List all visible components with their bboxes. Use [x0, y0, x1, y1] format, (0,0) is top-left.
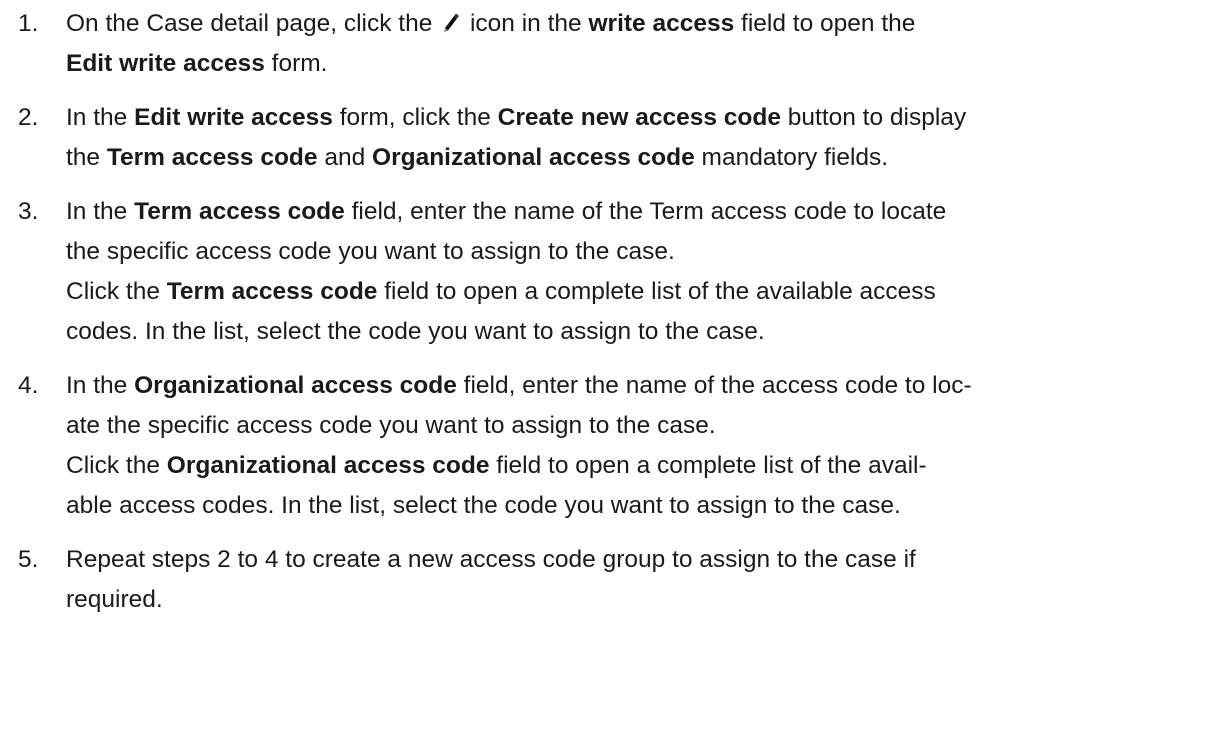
- form-name: Edit write access: [134, 104, 333, 131]
- step-text: form, click the: [332, 104, 498, 131]
- step-text: required.: [66, 586, 163, 613]
- step-line: In the Edit write access form, click the…: [66, 98, 1190, 138]
- step-line: the specific access code you want to ass…: [66, 232, 1190, 272]
- step-line: the Term access code and Organizational …: [66, 138, 1190, 178]
- field-name: Term access code: [134, 198, 345, 225]
- step-text: form.: [264, 50, 328, 77]
- pencil-icon: [441, 6, 461, 32]
- field-name: Term access code: [166, 278, 378, 305]
- field-name: write access: [588, 10, 735, 37]
- step-5: 5. Repeat steps 2 to 4 to create a new a…: [0, 540, 1210, 620]
- step-text: the specific access code you want to ass…: [66, 238, 675, 265]
- step-text: codes. In the list, select the code you …: [66, 318, 765, 345]
- step-number: 3.: [18, 198, 39, 225]
- step-number: 4.: [18, 372, 39, 399]
- button-name: Create new access code: [497, 104, 781, 131]
- field-name: Organizational access code: [372, 144, 695, 171]
- step-text: button to display: [780, 104, 967, 131]
- step-text: In the: [66, 372, 135, 399]
- step-text: and: [317, 144, 373, 171]
- form-name: Edit write access: [66, 50, 265, 77]
- field-name: Organizational access code: [134, 372, 457, 399]
- step-1: 1. On the Case detail page, click the ic…: [0, 4, 1210, 84]
- step-2: 2. In the Edit write access form, click …: [0, 98, 1210, 178]
- step-text: In the: [66, 104, 135, 131]
- step-text: Repeat steps 2 to 4 to create a new acce…: [66, 546, 916, 573]
- step-text: Click the: [66, 278, 167, 305]
- step-line: Edit write access form.: [66, 44, 1190, 84]
- step-line: required.: [66, 580, 1190, 620]
- step-number: 5.: [18, 546, 39, 573]
- step-line: Click the Organizational access code fie…: [66, 446, 1190, 486]
- step-line: ate the specific access code you want to…: [66, 406, 1190, 446]
- step-line: Click the Term access code field to open…: [66, 272, 1190, 312]
- step-text: ate the specific access code you want to…: [66, 412, 716, 439]
- step-line: codes. In the list, select the code you …: [66, 312, 1190, 352]
- step-number: 1.: [18, 10, 39, 37]
- step-text: field, enter the name of the access code…: [456, 372, 972, 399]
- step-text: icon in the: [463, 10, 589, 37]
- step-text: Click the: [66, 452, 167, 479]
- step-line: In the Organizational access code field,…: [66, 366, 1190, 406]
- step-number: 2.: [18, 104, 39, 131]
- instruction-steps: 1. On the Case detail page, click the ic…: [0, 4, 1210, 634]
- step-text: mandatory fields.: [694, 144, 889, 171]
- step-text: field to open the: [734, 10, 916, 37]
- step-text: field to open a complete list of the ava…: [377, 278, 936, 305]
- field-name: Organizational access code: [166, 452, 490, 479]
- step-line: In the Term access code field, enter the…: [66, 192, 1190, 232]
- step-line: able access codes. In the list, select t…: [66, 486, 1190, 526]
- step-text: On the Case detail page, click the: [66, 10, 440, 37]
- step-line: On the Case detail page, click the icon …: [66, 4, 1190, 44]
- step-line: Repeat steps 2 to 4 to create a new acce…: [66, 540, 1190, 580]
- step-text: In the: [66, 198, 135, 225]
- step-text: able access codes. In the list, select t…: [66, 492, 901, 519]
- step-4: 4. In the Organizational access code fie…: [0, 366, 1210, 526]
- step-text: the: [66, 144, 107, 171]
- step-3: 3. In the Term access code field, enter …: [0, 192, 1210, 352]
- step-text: field, enter the name of the Term access…: [344, 198, 947, 225]
- step-text: field to open a complete list of the ava…: [489, 452, 927, 479]
- field-name: Term access code: [106, 144, 318, 171]
